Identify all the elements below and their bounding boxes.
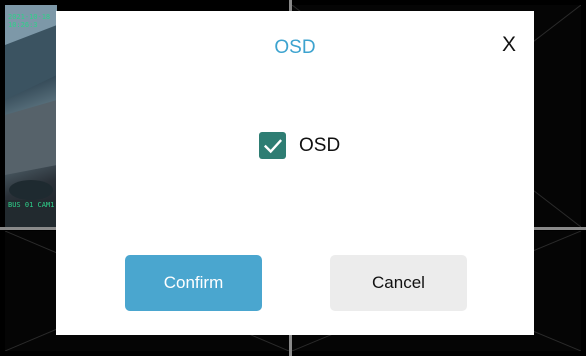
confirm-button[interactable]: Confirm [125,255,262,311]
dialog-title: OSD [274,37,316,58]
osd-checkbox-option[interactable]: OSD [259,132,340,159]
camera-timestamp: 2021-10-18 10:26:3 [8,13,51,29]
camera-channel-label: BUS 01 CAM1 [8,201,55,209]
video-preview-screen: 2021-10-18 10:26:3 BUS 01 CAM1 OSD X OSD… [0,0,586,356]
camera-tile-1[interactable]: 2021-10-18 10:26:3 BUS 01 CAM1 [5,5,57,227]
osd-dialog: OSD X OSD Confirm Cancel [56,11,534,335]
osd-checkbox[interactable] [259,132,286,159]
osd-checkbox-label: OSD [299,134,341,156]
camera-feed-image [5,5,57,227]
cancel-button[interactable]: Cancel [330,255,467,311]
checkmark-icon [263,138,282,153]
close-button[interactable]: X [502,33,516,57]
